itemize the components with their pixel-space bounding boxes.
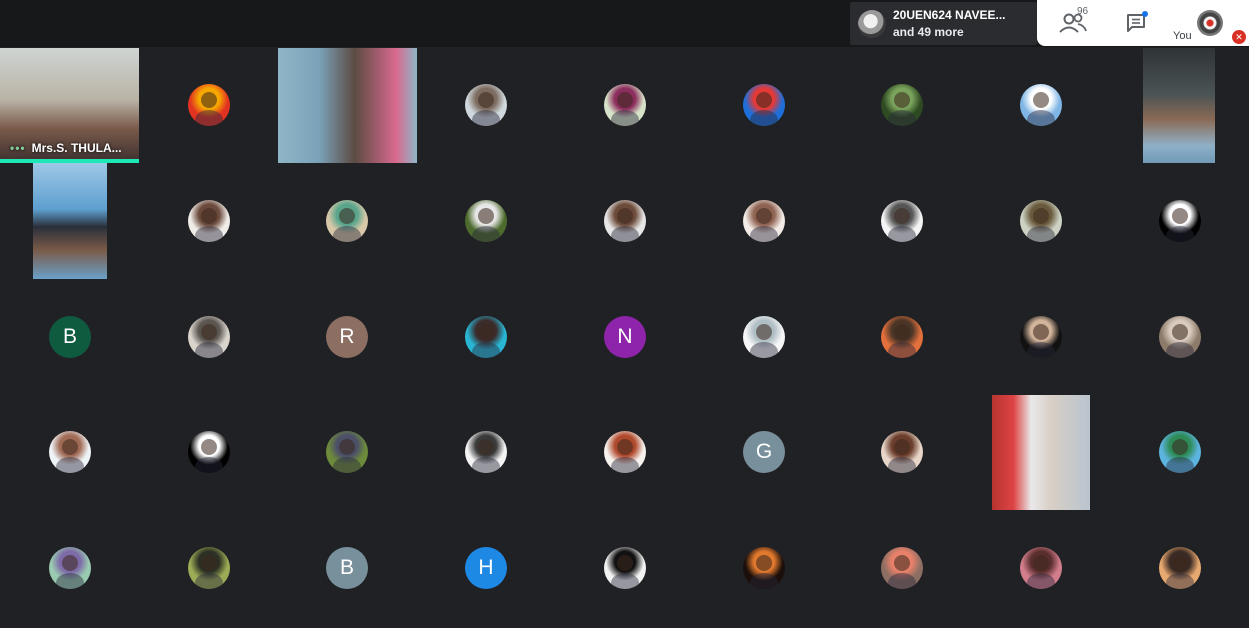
participant-photo-avatar[interactable] [465, 200, 507, 242]
participant-initial-avatar[interactable]: N [604, 316, 646, 358]
participant-photo-avatar[interactable] [188, 200, 230, 242]
participant-photo-avatar[interactable] [1159, 316, 1201, 358]
participant-photo-avatar[interactable] [604, 547, 646, 589]
participant-video-tile[interactable] [278, 48, 417, 163]
participant-photo-avatar[interactable] [743, 316, 785, 358]
participant-photo-avatar[interactable] [326, 200, 368, 242]
participant-initial-avatar[interactable]: B [49, 316, 91, 358]
pinned-participants-chip[interactable]: 20UEN624 NAVEE... and 49 more [850, 2, 1037, 45]
participant-photo-avatar[interactable] [743, 84, 785, 126]
participant-photo-avatar[interactable] [465, 84, 507, 126]
participant-photo-avatar[interactable] [881, 547, 923, 589]
participant-photo-avatar[interactable] [881, 431, 923, 473]
participant-photo-avatar[interactable] [604, 431, 646, 473]
participant-photo-avatar[interactable] [881, 200, 923, 242]
participant-photo-avatar[interactable] [1159, 200, 1201, 242]
pinned-participant-more: and 49 more [893, 25, 964, 39]
participant-photo-avatar[interactable] [881, 84, 923, 126]
self-label: You [1173, 30, 1192, 42]
participant-initial-avatar[interactable]: G [743, 431, 785, 473]
participant-photo-avatar[interactable] [743, 200, 785, 242]
self-avatar [1197, 10, 1223, 36]
participant-photo-avatar[interactable] [604, 200, 646, 242]
participant-photo-avatar[interactable] [1020, 316, 1062, 358]
participant-photo-avatar[interactable] [188, 316, 230, 358]
top-bar: 20UEN624 NAVEE... and 49 more 96 You ✕ [0, 0, 1249, 47]
mic-off-icon: ✕ [1232, 30, 1246, 44]
participant-initial-avatar[interactable]: H [465, 547, 507, 589]
participant-name-text: Mrs.S. THULA... [31, 141, 122, 155]
participant-video-tile[interactable] [33, 163, 107, 279]
participant-photo-avatar[interactable] [465, 431, 507, 473]
pinned-participant-name: 20UEN624 NAVEE... [893, 8, 1006, 22]
participant-photo-avatar[interactable] [188, 431, 230, 473]
participant-photo-avatar[interactable] [465, 316, 507, 358]
participant-photo-avatar[interactable] [1159, 431, 1201, 473]
participant-photo-avatar[interactable] [1159, 547, 1201, 589]
participant-photo-avatar[interactable] [49, 431, 91, 473]
participant-photo-avatar[interactable] [49, 547, 91, 589]
participant-photo-avatar[interactable] [188, 547, 230, 589]
participant-video-tile[interactable]: ••• Mrs.S. THULA... [0, 48, 139, 163]
participant-photo-avatar[interactable] [1020, 84, 1062, 126]
chat-notification-dot [1142, 11, 1148, 17]
pinned-participant-avatar [858, 10, 886, 38]
participant-photo-avatar[interactable] [326, 431, 368, 473]
participant-photo-avatar[interactable] [743, 547, 785, 589]
participant-photo-avatar[interactable] [188, 84, 230, 126]
participant-photo-avatar[interactable] [881, 316, 923, 358]
participant-photo-avatar[interactable] [604, 84, 646, 126]
participant-initial-avatar[interactable]: R [326, 316, 368, 358]
participant-video-tile[interactable] [1143, 48, 1215, 163]
meeting-controls-panel: 96 You ✕ [1037, 0, 1249, 46]
participant-count: 96 [1077, 6, 1089, 17]
audio-indicator-icon: ••• [10, 141, 26, 155]
participant-photo-avatar[interactable] [1020, 547, 1062, 589]
participant-initial-avatar[interactable]: B [326, 547, 368, 589]
participant-name: ••• Mrs.S. THULA... [10, 141, 122, 155]
participant-video-tile[interactable] [992, 395, 1090, 510]
participant-photo-avatar[interactable] [1020, 200, 1062, 242]
